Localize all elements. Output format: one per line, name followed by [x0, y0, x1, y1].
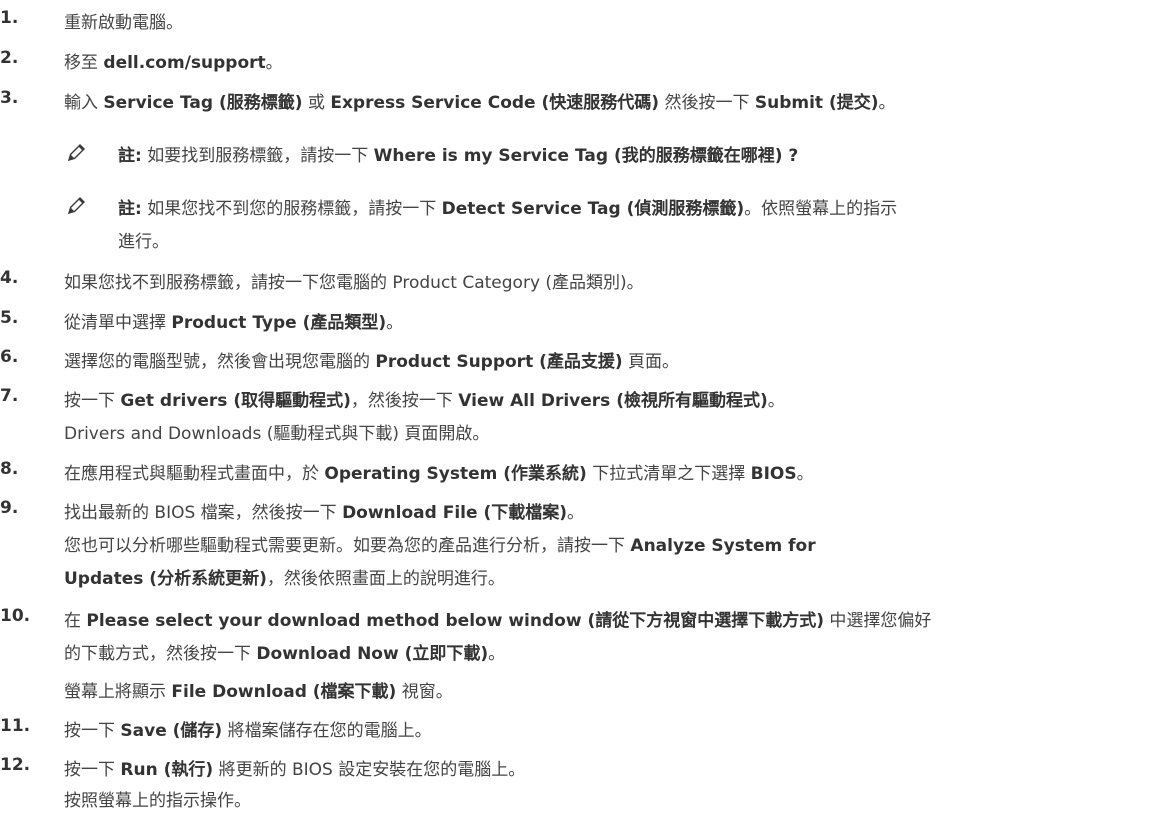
- step-text: 在應用程式與驅動程式畫面中，於 Operating System (作業系統) …: [64, 464, 814, 484]
- note-text: 註: 如果您找不到您的服務標籤，請按一下 Detect Service Tag …: [118, 199, 898, 219]
- pencil-note-icon: [64, 194, 88, 218]
- step-number: 6.: [0, 347, 19, 367]
- step-text: 按一下 Get drivers (取得驅動程式)，然後按一下 View All …: [64, 391, 785, 411]
- step-text: 移至 dell.com/support。: [64, 53, 283, 73]
- pencil-note-icon: [64, 141, 88, 165]
- note-text-continued: 進行。: [118, 232, 169, 252]
- step-text: 重新啟動電腦。: [64, 13, 183, 33]
- step-text-continued: 的下載方式，然後按一下 Download Now (立即下載)。: [64, 644, 506, 664]
- step-number: 12.: [0, 755, 31, 775]
- step-text: 從清單中選擇 Product Type (產品類型)。: [64, 313, 404, 333]
- step-number: 4.: [0, 268, 19, 288]
- step-text: 找出最新的 BIOS 檔案，然後按一下 Download File (下載檔案)…: [64, 503, 584, 523]
- note-text: 註: 如要找到服務標籤，請按一下 Where is my Service Tag…: [118, 146, 799, 166]
- step-number: 2.: [0, 48, 19, 68]
- step-subtext: 螢幕上將顯示 File Download (檔案下載) 視窗。: [64, 682, 453, 702]
- step-number: 9.: [0, 498, 19, 518]
- step-text: 在 Please select your download method bel…: [64, 611, 932, 631]
- step-text: 輸入 Service Tag (服務標籤) 或 Express Service …: [64, 93, 896, 113]
- step-subtext: 您也可以分析哪些驅動程式需要更新。如要為您的產品進行分析，請按一下 Analyz…: [64, 536, 816, 556]
- step-subtext: 按照螢幕上的指示操作。: [64, 791, 251, 811]
- step-number: 8.: [0, 459, 19, 479]
- step-number: 11.: [0, 716, 31, 736]
- step-text: 選擇您的電腦型號，然後會出現您電腦的 Product Support (產品支援…: [64, 352, 680, 372]
- step-number: 3.: [0, 88, 19, 108]
- step-number: 5.: [0, 308, 19, 328]
- step-text: 如果您找不到服務標籤，請按一下您電腦的 Product Category (產品…: [64, 273, 644, 293]
- step-text: 按一下 Save (儲存) 將檔案儲存在您的電腦上。: [64, 721, 432, 741]
- step-number: 10.: [0, 606, 31, 626]
- step-number: 7.: [0, 386, 19, 406]
- step-subtext-continued: Updates (分析系統更新)，然後依照畫面上的說明進行。: [64, 569, 505, 589]
- step-number: 1.: [0, 8, 19, 28]
- step-text: 按一下 Run (執行) 將更新的 BIOS 設定安裝在您的電腦上。: [64, 760, 526, 780]
- step-subtext: Drivers and Downloads (驅動程式與下載) 頁面開啟。: [64, 424, 490, 444]
